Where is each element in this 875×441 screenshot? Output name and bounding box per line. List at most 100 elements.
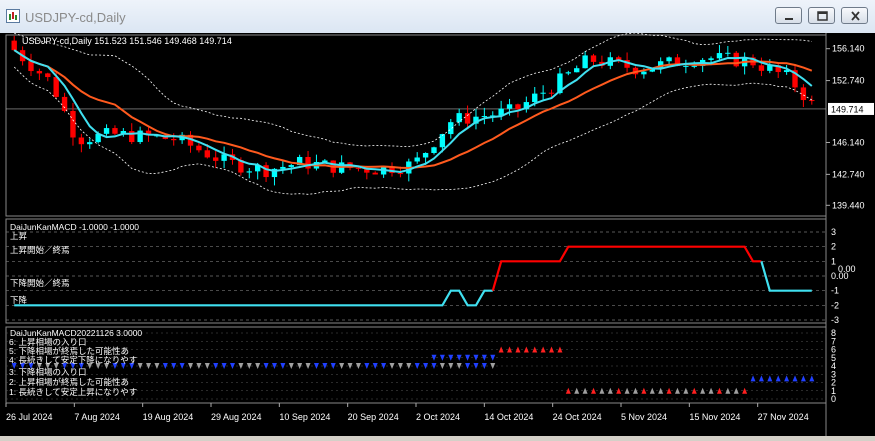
close-button[interactable]	[841, 7, 868, 24]
signal-arrow	[179, 363, 185, 369]
signal-arrow	[439, 354, 445, 361]
price-chart	[6, 32, 826, 195]
candle-body	[431, 147, 437, 153]
macd-label-up: 上昇	[10, 231, 28, 241]
price-label: 146.140	[832, 137, 865, 147]
signal-arrow	[339, 363, 345, 369]
time-label: 14 Oct 2024	[484, 412, 533, 422]
price-label: 142.740	[832, 169, 865, 179]
time-label: 7 Aug 2024	[74, 412, 120, 422]
time-label: 2 Oct 2024	[416, 412, 460, 422]
candle-body	[582, 55, 588, 69]
current-price-label: 149.714	[831, 104, 864, 114]
signal-arrow	[465, 354, 471, 361]
time-label: 24 Oct 2024	[553, 412, 602, 422]
time-label: 26 Jul 2024	[6, 412, 53, 422]
time-label: 5 Nov 2024	[621, 412, 667, 422]
signal-arrow	[649, 387, 655, 394]
signal-arrow	[204, 363, 210, 369]
candle-body	[397, 173, 404, 175]
chart-area[interactable]: 156.140 152.740 146.140 142.740 139.440 149.7…	[0, 32, 875, 436]
signal-arrow	[414, 363, 420, 369]
close-icon	[851, 11, 860, 21]
candle-body	[716, 53, 723, 59]
signal-arrow	[624, 387, 630, 394]
candle-body	[574, 68, 580, 73]
price-label: 139.440	[832, 200, 865, 210]
window-titlebar[interactable]: USDJPY-cd,Daily	[0, 0, 875, 34]
candle-body	[590, 55, 597, 62]
lower-band	[13, 66, 813, 195]
signal-arrow	[154, 363, 160, 369]
signal-arrow	[549, 346, 555, 353]
signal-arrow	[599, 387, 605, 394]
upper-band	[14, 32, 812, 147]
signal-arrow	[775, 375, 781, 382]
panel-frame	[5, 218, 827, 324]
time-label: 10 Sep 2024	[279, 412, 330, 422]
signal-arrow	[700, 387, 706, 394]
candle-body	[372, 172, 378, 175]
macd-scale-label: -3	[831, 315, 839, 325]
macd-label-down-start: 下降開始／終焉	[10, 278, 70, 288]
candle-body	[196, 145, 202, 151]
candle-body	[280, 166, 286, 169]
time-label: 19 Aug 2024	[143, 412, 194, 422]
signal-arrow	[758, 375, 764, 382]
signal-arrow	[288, 363, 294, 369]
candle-body	[708, 58, 714, 60]
signal-arrow	[674, 387, 680, 394]
signal-arrow	[389, 363, 395, 369]
macd-scale-label: 3	[831, 227, 836, 237]
candle-body	[28, 61, 34, 72]
candle-body	[204, 150, 210, 158]
time-label: 20 Sep 2024	[348, 412, 399, 422]
candle-body	[481, 116, 488, 118]
candle-body	[448, 122, 454, 135]
signal-arrow	[750, 375, 756, 382]
candle-body	[61, 96, 68, 111]
candle-body	[70, 110, 76, 138]
macd-title: DaiJunKanMACD -1.0000 -1.0000	[10, 222, 139, 232]
candle-body	[355, 167, 362, 169]
window-title: USDJPY-cd,Daily	[25, 10, 126, 25]
fast-moving-average	[13, 49, 813, 174]
candle-body	[532, 93, 538, 103]
chart-window-icon	[6, 9, 20, 23]
time-label: 27 Nov 2024	[758, 412, 809, 422]
macd-state-line	[491, 245, 762, 292]
candle-body	[87, 142, 93, 145]
macd-panel	[6, 231, 826, 321]
macd-scale-label: 1	[831, 256, 836, 266]
signal-label-2: 2: 上昇相場が終焉した可能性あ	[9, 377, 129, 387]
candle-body	[809, 100, 815, 102]
candle-body	[11, 40, 17, 51]
signal-arrow	[439, 363, 445, 369]
candle-body	[171, 138, 177, 141]
candle-body	[683, 65, 689, 67]
macd-scale-label: -2	[831, 300, 839, 310]
signal-arrow	[313, 363, 319, 369]
candle-body	[691, 65, 697, 67]
macd-label-down: 下降	[10, 295, 28, 305]
candle-body	[414, 157, 420, 162]
signal-arrow	[255, 363, 261, 369]
minimize-icon	[785, 18, 793, 20]
candle-body	[641, 71, 647, 75]
candle-body	[78, 137, 85, 145]
candle-body	[45, 73, 51, 78]
restore-icon	[817, 11, 828, 21]
macd-scale-label: 2	[831, 242, 836, 252]
candle-body	[422, 152, 429, 158]
candle-body	[464, 113, 471, 124]
price-label: 156.140	[832, 44, 865, 54]
candle-body	[733, 52, 739, 67]
restore-button[interactable]	[808, 7, 835, 24]
candle-body	[53, 77, 59, 97]
chart-canvas[interactable]: 156.140 152.740 146.140 142.740 139.440 149.7…	[0, 32, 875, 436]
signal-arrow	[800, 375, 806, 382]
signal-arrow	[574, 387, 580, 394]
signal-label-3: 3: 下降相場の入り口	[9, 367, 87, 377]
minimize-button[interactable]	[775, 7, 802, 24]
signal-arrow	[809, 375, 815, 382]
